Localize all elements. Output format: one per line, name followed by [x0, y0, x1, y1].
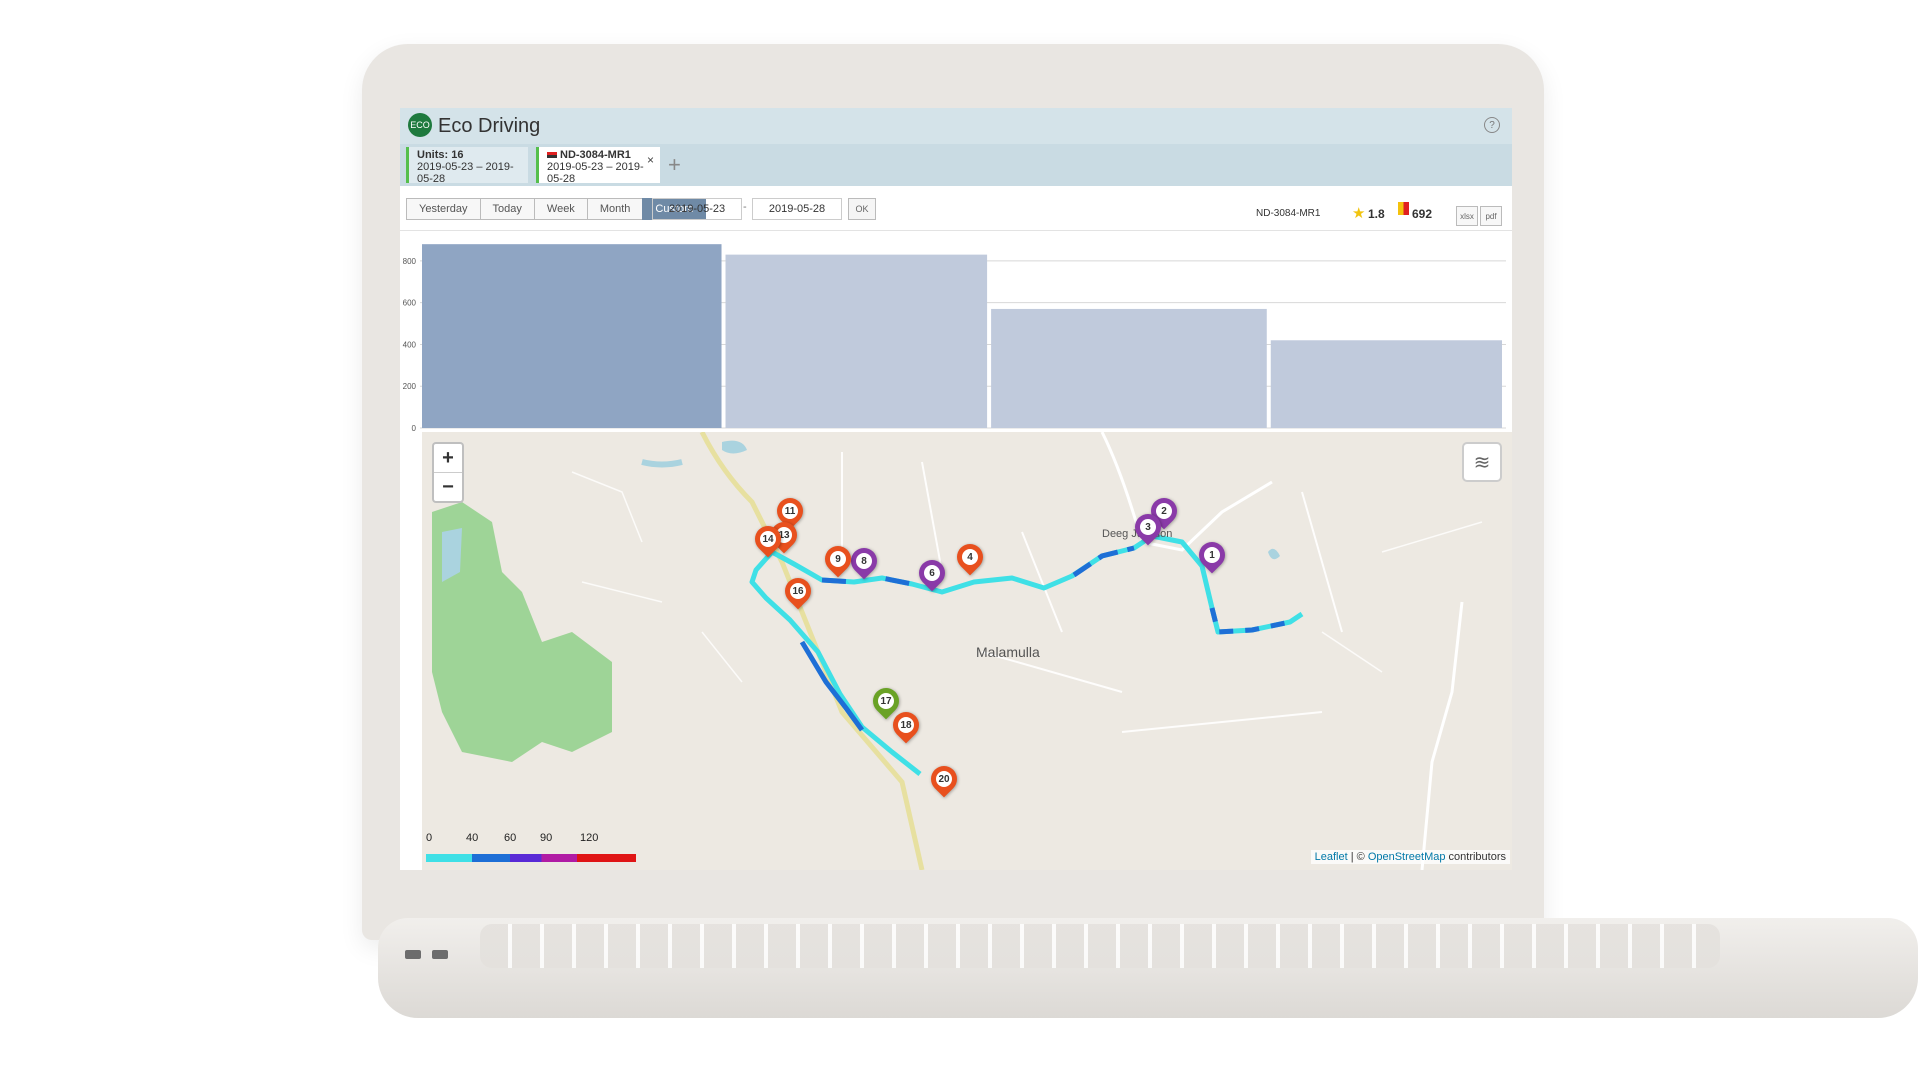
toolbar: Yesterday Today Week Month Custom 2019-0…: [400, 186, 1512, 231]
keyboard: [480, 924, 1720, 968]
marker-label: 16: [790, 583, 806, 599]
speed-legend: 0 40 60 90 120: [426, 832, 646, 866]
y-tick-label: 400: [403, 340, 417, 349]
marker-label: 18: [898, 717, 914, 733]
marker-label: 8: [856, 553, 872, 569]
help-icon[interactable]: ?: [1484, 117, 1500, 133]
rating-value: 1.8: [1368, 207, 1385, 221]
usb-port: [405, 950, 421, 959]
flag-icon: [547, 152, 557, 158]
range-yesterday-button[interactable]: Yesterday: [406, 198, 481, 220]
close-icon[interactable]: ×: [647, 153, 654, 167]
place-label-malamulla: Malamulla: [976, 644, 1040, 660]
attribution-tail: contributors: [1445, 851, 1506, 863]
bar-chart-svg: 0 200 400 600 800: [403, 244, 1506, 433]
range-today-button[interactable]: Today: [479, 198, 535, 220]
tab-units[interactable]: Units: 16 2019-05-23 – 2019-05-28: [406, 147, 528, 185]
speed-gradient-bar: [426, 854, 636, 862]
marker-label: 2: [1156, 503, 1172, 519]
marker-label: 14: [760, 531, 776, 547]
unit-name: ND-3084-MR1: [1256, 208, 1321, 219]
app-screen: ECO Eco Driving ? Units: 16 2019-05-23 –…: [400, 108, 1512, 870]
marker-label: 3: [1140, 519, 1156, 535]
chart-bar[interactable]: [1270, 340, 1502, 428]
marker-label: 6: [924, 565, 940, 581]
export-xlsx-button[interactable]: xlsx: [1456, 206, 1478, 226]
zoom-out-button[interactable]: −: [434, 473, 462, 501]
usb-port: [432, 950, 448, 959]
chart-bar[interactable]: [725, 254, 988, 428]
layers-button[interactable]: ≋: [1462, 442, 1502, 482]
route-map[interactable]: + − ≋ Malamulla Deeg Junction 1234689111…: [422, 432, 1512, 870]
date-from-input[interactable]: 2019-05-23: [652, 198, 742, 220]
y-tick-label: 0: [412, 424, 417, 432]
speed-tick: 60: [504, 832, 517, 844]
tab-title: ND-3084-MR1: [560, 149, 631, 161]
attribution-separator: | ©: [1347, 851, 1368, 863]
ok-button[interactable]: OK: [848, 198, 876, 220]
date-to-input[interactable]: 2019-05-28: [752, 198, 842, 220]
range-month-button[interactable]: Month: [586, 198, 644, 220]
date-separator: -: [743, 201, 747, 213]
tab-title: Units: 16: [417, 149, 464, 161]
marker-label: 11: [782, 503, 798, 519]
add-tab-button[interactable]: +: [668, 152, 681, 178]
tab-unit-nd-3084[interactable]: ND-3084-MR1 2019-05-23 – 2019-05-28 ×: [536, 147, 660, 185]
map-tiles: [432, 432, 1483, 870]
marker-label: 4: [962, 549, 978, 565]
layers-icon: ≋: [1473, 451, 1491, 474]
chart-bar[interactable]: [422, 244, 722, 428]
y-tick-label: 200: [403, 382, 417, 391]
map-attribution: Leaflet | © OpenStreetMap contributors: [1310, 850, 1510, 864]
unit-tabs: Units: 16 2019-05-23 – 2019-05-28 ND-308…: [400, 144, 1512, 186]
eco-chart: 0 200 400 600 800: [400, 230, 1512, 433]
speed-tick: 90: [540, 832, 553, 844]
speed-tick: 0: [426, 832, 433, 844]
y-tick-label: 600: [403, 299, 417, 308]
marker-label: 1: [1204, 547, 1220, 563]
leaflet-link[interactable]: Leaflet: [1315, 851, 1348, 863]
export-pdf-button[interactable]: pdf: [1480, 206, 1502, 226]
osm-link[interactable]: OpenStreetMap: [1368, 851, 1446, 863]
y-tick-label: 800: [403, 257, 417, 266]
speed-tick: 120: [580, 832, 599, 844]
marker-label: 17: [878, 693, 894, 709]
zoom-in-button[interactable]: +: [434, 444, 462, 473]
title-bar: ECO Eco Driving ?: [400, 108, 1512, 144]
tab-period: 2019-05-23 – 2019-05-28: [547, 161, 644, 185]
star-icon: ★: [1352, 205, 1366, 222]
speed-tick: 40: [466, 832, 479, 844]
penalty-flag-icon: [1398, 202, 1409, 215]
range-week-button[interactable]: Week: [533, 198, 588, 220]
tab-period: 2019-05-23 – 2019-05-28: [417, 161, 514, 185]
marker-label: 9: [830, 551, 846, 567]
eco-logo-icon: ECO: [408, 113, 432, 137]
page-title: Eco Driving: [438, 115, 541, 137]
zoom-control: + −: [432, 442, 464, 503]
chart-bar[interactable]: [991, 308, 1267, 428]
marker-label: 20: [936, 771, 952, 787]
penalty-value: 692: [1412, 207, 1433, 221]
